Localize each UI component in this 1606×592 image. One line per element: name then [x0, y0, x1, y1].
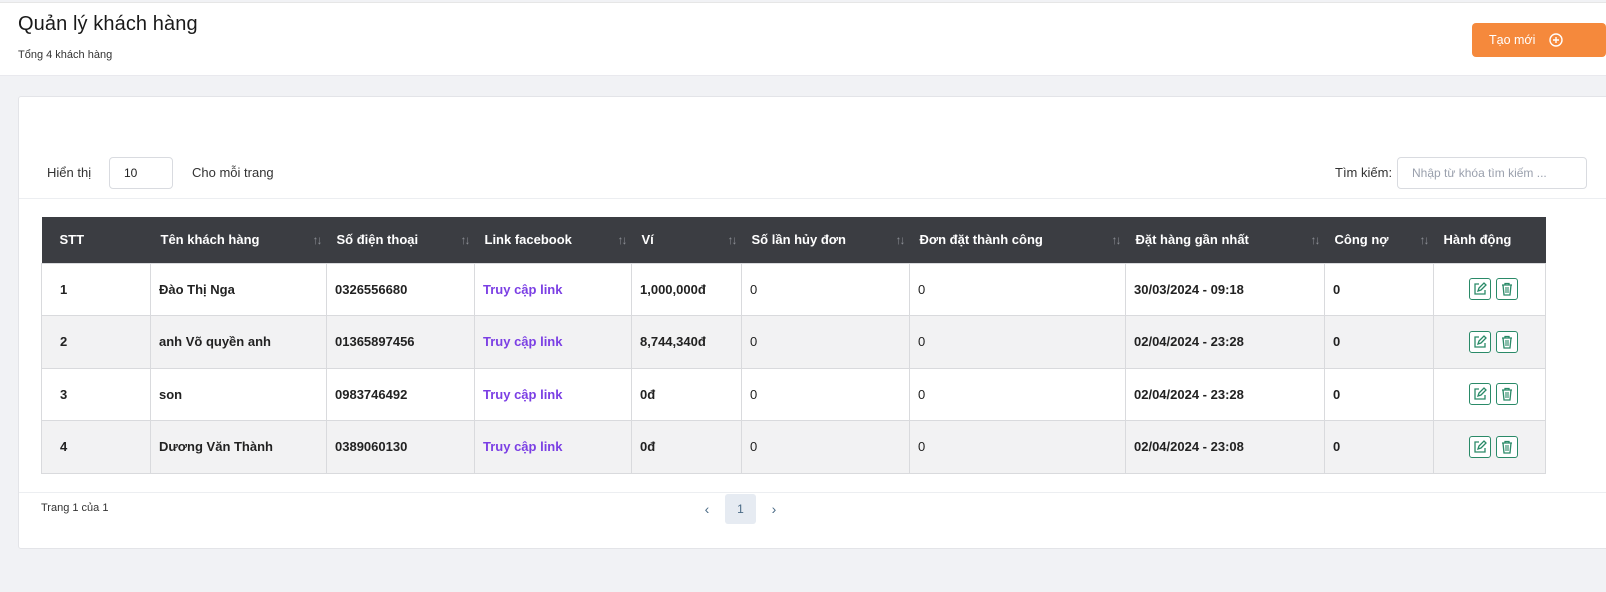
cell-wallet: 0đ [631, 367, 742, 421]
column-header-success[interactable]: Đơn đặt thành công ↑↓ [909, 217, 1126, 263]
column-header-stt: STT [41, 217, 151, 263]
next-page-button[interactable]: › [762, 494, 786, 524]
table-row: 3 son 0983746492 Truy cập link 0đ 0 0 02… [41, 367, 1546, 421]
cell-actions [1433, 262, 1546, 316]
cell-name: son [150, 367, 327, 421]
customer-card: Hiển thị Cho mỗi trang Tìm kiếm: STT Tên… [18, 96, 1606, 549]
page-info: Trang 1 của 1 [41, 502, 109, 514]
cell-last-order: 02/04/2024 - 23:28 [1125, 367, 1325, 421]
edit-icon [1474, 282, 1487, 295]
facebook-link[interactable]: Truy cập link [483, 282, 562, 297]
cell-stt: 1 [41, 262, 151, 316]
table-row: 1 Đào Thị Nga 0326556680 Truy cập link 1… [41, 262, 1546, 316]
facebook-link[interactable]: Truy cập link [483, 387, 562, 402]
delete-button[interactable] [1496, 330, 1518, 353]
sort-icon[interactable]: ↑↓ [618, 233, 628, 247]
cell-cancelled: 0 [741, 367, 910, 421]
cell-wallet: 1,000,000đ [631, 262, 742, 316]
cell-name: Đào Thị Nga [150, 262, 327, 316]
cell-actions [1433, 420, 1546, 474]
delete-button[interactable] [1496, 383, 1518, 406]
cell-success: 0 [909, 262, 1126, 316]
column-header-wallet[interactable]: Ví ↑↓ [631, 217, 742, 263]
cell-name: Dương Văn Thành [150, 420, 327, 474]
page-header: Quản lý khách hàng Tổng 4 khách hàng Tạo… [0, 2, 1606, 76]
customer-table: STT Tên khách hàng ↑↓ Số điện thoại ↑↓ Lin… [41, 217, 1546, 474]
cell-actions [1433, 367, 1546, 421]
edit-button[interactable] [1469, 435, 1491, 458]
cell-debt: 0 [1324, 262, 1434, 316]
page-size-input[interactable] [109, 157, 173, 189]
cell-last-order: 30/03/2024 - 09:18 [1125, 262, 1325, 316]
edit-icon [1474, 334, 1487, 348]
cell-cancelled: 0 [741, 420, 910, 474]
sort-icon[interactable]: ↑↓ [1112, 233, 1122, 247]
search-label: Tìm kiếm: [1335, 165, 1393, 180]
create-button-label: Tạo mới [1489, 33, 1536, 47]
cell-stt: 2 [41, 315, 151, 369]
cell-actions [1433, 315, 1546, 369]
delete-button[interactable] [1496, 435, 1518, 458]
edit-button[interactable] [1469, 278, 1491, 301]
pagination: ‹ 1 › [695, 494, 786, 524]
column-header-cancelled[interactable]: Số lần hủy đơn ↑↓ [741, 217, 910, 263]
column-header-facebook[interactable]: Link facebook ↑↓ [474, 217, 632, 263]
prev-page-button[interactable]: ‹ [695, 494, 719, 524]
trash-icon [1502, 440, 1512, 454]
cell-debt: 0 [1324, 420, 1434, 474]
column-header-last-order[interactable]: Đặt hàng gần nhất ↑↓ [1125, 217, 1325, 263]
delete-button[interactable] [1496, 278, 1518, 301]
search-input[interactable] [1397, 157, 1587, 189]
cell-cancelled: 0 [741, 315, 910, 369]
edit-icon [1474, 439, 1487, 453]
column-header-debt[interactable]: Công nợ ↑↓ [1324, 217, 1434, 263]
cell-last-order: 02/04/2024 - 23:08 [1125, 420, 1325, 474]
table-row: 2 anh Võ quyền anh 01365897456 Truy cập … [41, 315, 1546, 369]
cell-debt: 0 [1324, 367, 1434, 421]
trash-icon [1502, 335, 1512, 349]
sort-icon[interactable]: ↑↓ [896, 233, 906, 247]
trash-icon [1502, 283, 1512, 296]
column-header-phone[interactable]: Số điện thoại ↑↓ [326, 217, 475, 263]
edit-button[interactable] [1469, 383, 1491, 406]
column-header-actions: Hành động [1433, 217, 1546, 263]
cell-stt: 4 [41, 420, 151, 474]
sort-icon[interactable]: ↑↓ [313, 233, 323, 247]
plus-circle-icon [1549, 33, 1564, 47]
cell-phone: 01365897456 [326, 315, 475, 369]
sort-icon[interactable]: ↑↓ [461, 233, 471, 247]
divider [19, 198, 1606, 199]
page-1-button[interactable]: 1 [725, 494, 756, 524]
create-button[interactable]: Tạo mới [1472, 23, 1606, 57]
sort-icon[interactable]: ↑↓ [1420, 233, 1430, 247]
cell-wallet: 0đ [631, 420, 742, 474]
cell-success: 0 [909, 315, 1126, 369]
column-header-name[interactable]: Tên khách hàng ↑↓ [150, 217, 327, 263]
cell-name: anh Võ quyền anh [150, 315, 327, 369]
facebook-link[interactable]: Truy cập link [483, 439, 562, 454]
cell-success: 0 [909, 367, 1126, 421]
page-title: Quản lý khách hàng [18, 13, 198, 35]
sort-icon[interactable]: ↑↓ [728, 233, 738, 247]
cell-phone: 0389060130 [326, 420, 475, 474]
edit-button[interactable] [1469, 330, 1491, 353]
per-page-label: Cho mỗi trang [192, 165, 274, 180]
cell-success: 0 [909, 420, 1126, 474]
cell-stt: 3 [41, 367, 151, 421]
cell-phone: 0326556680 [326, 262, 475, 316]
show-label: Hiển thị [47, 165, 92, 180]
edit-icon [1474, 387, 1487, 400]
cell-cancelled: 0 [741, 262, 910, 316]
customer-count: Tổng 4 khách hàng [18, 49, 113, 61]
cell-wallet: 8,744,340đ [631, 315, 742, 369]
cell-debt: 0 [1324, 315, 1434, 369]
divider [19, 492, 1606, 493]
table-header-row: STT Tên khách hàng ↑↓ Số điện thoại ↑↓ Lin… [41, 217, 1546, 263]
sort-icon[interactable]: ↑↓ [1311, 233, 1321, 247]
cell-last-order: 02/04/2024 - 23:28 [1125, 315, 1325, 369]
table-row: 4 Dương Văn Thành 0389060130 Truy cập li… [41, 420, 1546, 474]
facebook-link[interactable]: Truy cập link [483, 334, 562, 349]
cell-phone: 0983746492 [326, 367, 475, 421]
trash-icon [1502, 388, 1512, 401]
